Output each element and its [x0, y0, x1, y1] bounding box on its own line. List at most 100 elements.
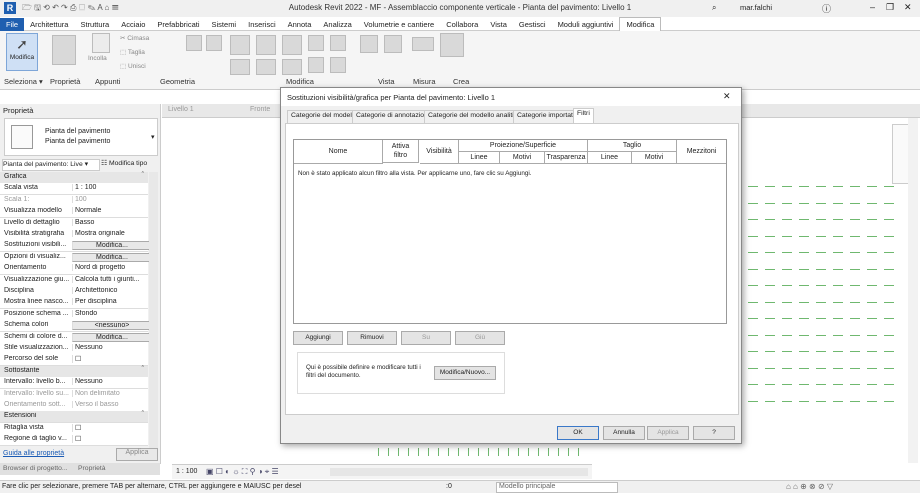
move-down-button[interactable]: Giù	[455, 331, 505, 345]
col-header-halftone[interactable]: Mezzitoni	[677, 140, 726, 164]
property-edit-button[interactable]: Modifica...	[72, 241, 150, 251]
property-value[interactable]: ☐	[72, 355, 149, 364]
copy-icon[interactable]	[256, 59, 276, 75]
horizontal-scrollbar[interactable]	[330, 468, 588, 476]
properties-section[interactable]: Estensioni ˆ	[0, 411, 148, 424]
tab-gestisci[interactable]: Gestisci	[513, 18, 552, 31]
help-icon[interactable]: ⓘ	[822, 2, 831, 15]
move-icon[interactable]	[230, 59, 250, 75]
property-row[interactable]: Ritaglia vista ☐	[0, 422, 149, 435]
tab-vista[interactable]: Vista	[484, 18, 513, 31]
rotate-icon[interactable]	[282, 59, 302, 75]
properties-help-link[interactable]: Guida alle proprietà	[3, 450, 64, 457]
align-icon[interactable]	[230, 35, 250, 55]
properties-section[interactable]: Sottostante ˆ	[0, 365, 148, 378]
view-icon[interactable]	[360, 35, 378, 53]
property-row[interactable]: Mostra linee nasco... Per disciplina	[0, 297, 149, 310]
split-icon[interactable]	[330, 35, 346, 51]
property-value[interactable]: Architettonico	[72, 287, 149, 294]
array-icon[interactable]	[308, 57, 324, 73]
tab-imported-categories[interactable]: Categorie importate	[513, 110, 581, 124]
mirror-icon[interactable]	[282, 35, 302, 55]
tab-file[interactable]: File	[0, 18, 25, 31]
join-button[interactable]: ⬚ Unisci	[120, 62, 146, 70]
property-value[interactable]: 100	[72, 195, 149, 203]
view-tab-fronte[interactable]: Fronte	[250, 106, 270, 113]
property-row[interactable]: Intervallo: livello su... Non delimitato	[0, 388, 149, 401]
view-tab-livello-1[interactable]: Livello 1	[168, 106, 194, 113]
property-row[interactable]: Posizione schema ... Sfondo	[0, 308, 149, 321]
tab-acciaio[interactable]: Acciaio	[115, 18, 151, 31]
view-control-icons[interactable]: ▣ ☐ ◐ ☼ ⛶ ⚲ ◑ ⌖ ☰	[206, 467, 279, 477]
apply-button[interactable]: Applica	[116, 448, 158, 461]
property-row[interactable]: Disciplina Architettonico	[0, 286, 148, 298]
property-edit-button[interactable]: <nessuno>	[72, 321, 150, 331]
panel-seleziona[interactable]: Seleziona ▾	[4, 77, 43, 86]
remove-filter-button[interactable]: Rimuovi	[347, 331, 397, 345]
property-row[interactable]: Visualizzazione giu... Calcola tutti i gi…	[0, 274, 148, 287]
filters-table[interactable]: Nome Attiva filtro Visibilità Proiezione…	[293, 139, 727, 324]
instance-selector[interactable]: Pianta del pavimento: Live ▾	[2, 159, 100, 171]
property-value[interactable]: Nord di progetto	[72, 264, 149, 272]
apply-dialog-button[interactable]: Applica	[647, 426, 689, 440]
close-button[interactable]: ✕	[904, 2, 912, 13]
tab-volumetrie[interactable]: Volumetrie e cantiere	[358, 18, 440, 31]
tab-analytical-categories[interactable]: Categorie del modello analitico	[424, 110, 525, 124]
help-button[interactable]: ?	[693, 426, 735, 440]
property-row[interactable]: Stile visualizzazion... Nessuno	[0, 343, 148, 355]
canvas-scrollbar[interactable]	[908, 118, 918, 463]
property-value[interactable]: Per disciplina	[72, 298, 149, 306]
property-row[interactable]: Regione di taglio v... ☐	[0, 434, 149, 447]
col-header-projection-patterns[interactable]: Motivi	[500, 152, 545, 164]
type-selector[interactable]: Pianta del pavimento Pianta del paviment…	[4, 118, 158, 156]
modify-new-button[interactable]: Modifica/Nuovo...	[434, 366, 496, 380]
property-value[interactable]: Sfondo	[72, 309, 149, 317]
tab-properties[interactable]: Proprietà	[78, 465, 106, 472]
property-row[interactable]: Scala vista 1 : 100	[0, 183, 149, 196]
property-value[interactable]: Nessuno	[72, 344, 149, 351]
tab-struttura[interactable]: Struttura	[74, 18, 115, 31]
property-value[interactable]: 1 : 100	[72, 184, 149, 192]
view-icon[interactable]	[384, 35, 402, 53]
measure-icon[interactable]	[412, 37, 434, 51]
property-value[interactable]: ☐	[72, 423, 149, 432]
property-row[interactable]: Schemi di colore d... Modifica...	[0, 331, 150, 344]
col-header-filter-active[interactable]: Attiva filtro	[383, 140, 419, 163]
property-row[interactable]: Visualizza modello Normale	[0, 206, 149, 219]
property-value[interactable]: Non delimitato	[72, 389, 149, 397]
tab-prefabbricati[interactable]: Prefabbricati	[151, 18, 205, 31]
geometry-tool-icon[interactable]	[186, 35, 202, 51]
property-row[interactable]: Livello di dettaglio Basso	[0, 217, 149, 230]
cut-button[interactable]: ⬚ Taglia	[120, 48, 145, 56]
property-value[interactable]: Mostra originale	[72, 230, 149, 237]
trim-icon[interactable]	[308, 35, 324, 51]
add-filter-button[interactable]: Aggiungi	[293, 331, 343, 345]
tab-annota[interactable]: Annota	[282, 18, 318, 31]
tab-annotation-categories[interactable]: Categorie di annotazioni	[352, 110, 434, 124]
property-row[interactable]: Opzioni di visualiz... Modifica...	[0, 251, 150, 264]
collapse-icon[interactable]: ˆ	[142, 366, 144, 373]
col-header-visibility[interactable]: Visibilità	[420, 140, 459, 164]
search-icon[interactable]: ⌕	[712, 3, 716, 13]
property-value[interactable]: ☐	[72, 435, 149, 444]
tab-sistemi[interactable]: Sistemi	[206, 18, 243, 31]
ok-button[interactable]: OK	[557, 426, 599, 440]
property-row[interactable]: Scala 1: 100	[0, 194, 149, 207]
tab-moduli[interactable]: Moduli aggiuntivi	[552, 18, 620, 31]
filter-icons[interactable]: ⌂ ⌂ ⊕ ⊗ ⊘ ▽	[786, 482, 833, 491]
property-value[interactable]: Basso	[72, 218, 149, 226]
paste-label[interactable]: Incolla	[88, 55, 107, 62]
type-properties-icon[interactable]	[52, 35, 76, 65]
collapse-icon[interactable]: ˆ	[142, 172, 144, 179]
property-row[interactable]: Orientamento Nord di progetto	[0, 263, 149, 276]
property-row[interactable]: Percorso del sole ☐	[0, 354, 149, 367]
property-value[interactable]: Normale	[72, 207, 149, 215]
create-assembly-icon[interactable]	[440, 33, 464, 57]
edit-type-button[interactable]: ☷ Modifica tipo	[101, 159, 147, 167]
properties-section[interactable]: Grafica ˆ	[0, 172, 148, 184]
close-icon[interactable]: ✕	[723, 91, 731, 102]
property-row[interactable]: Visibilità stratigrafia Mostra originale	[0, 229, 148, 241]
tab-architettura[interactable]: Architettura	[24, 18, 74, 31]
move-up-button[interactable]: Su	[401, 331, 451, 345]
property-row[interactable]: Sostituzioni visibili... Modifica...	[0, 240, 150, 253]
